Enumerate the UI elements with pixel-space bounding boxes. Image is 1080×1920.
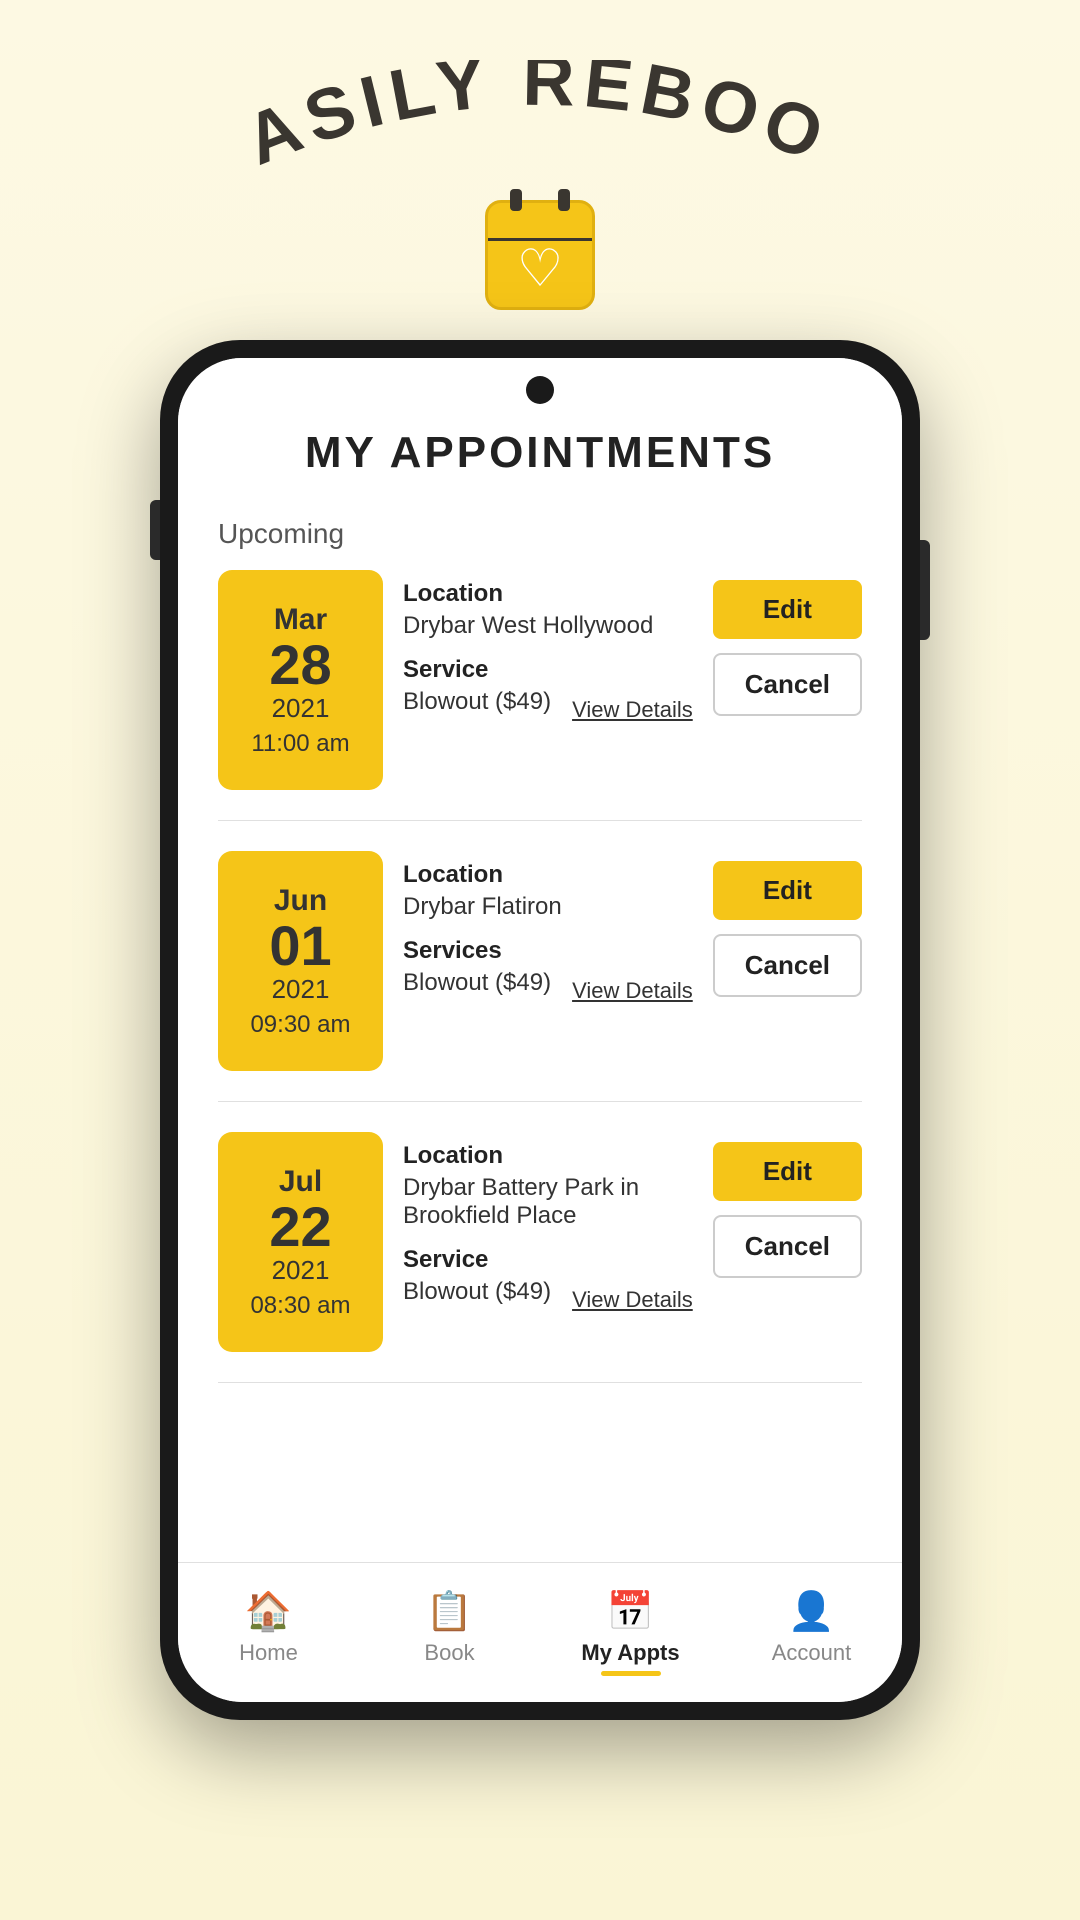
location-label-2: Location [403,861,693,889]
page-title: MY APPOINTMENTS [218,428,862,478]
top-section: EASILY REBOOK ♡ [0,0,1080,310]
cancel-button-1[interactable]: Cancel [713,653,862,716]
service-value-2: Blowout ($49) [403,969,551,997]
card-details-3: Location Drybar Battery Park in Brookfie… [383,1132,713,1352]
front-camera [526,376,554,404]
date-year-2: 2021 [272,974,330,1005]
card-actions-3: Edit Cancel [713,1132,862,1352]
date-month-3: Jul [279,1165,322,1199]
nav-account-label: Account [772,1640,852,1666]
phone-mockup: MY APPOINTMENTS Upcoming Mar 28 2021 11:… [160,340,920,1720]
nav-appts-label: My Appts [581,1640,679,1666]
nav-book-label: Book [424,1640,474,1666]
hero-title-svg: EASILY REBOOK [190,60,890,190]
date-time-3: 08:30 am [250,1292,350,1320]
location-value-1: Drybar West Hollywood [403,612,693,640]
edit-button-1[interactable]: Edit [713,580,862,639]
edit-button-2[interactable]: Edit [713,861,862,920]
date-day-3: 22 [269,1199,331,1255]
appointment-card-3: Jul 22 2021 08:30 am Location Drybar Bat… [218,1132,862,1383]
view-details-link-1[interactable]: View Details [572,697,693,723]
cancel-button-2[interactable]: Cancel [713,934,862,997]
card-details-2: Location Drybar Flatiron Services Blowou… [383,851,713,1071]
location-value-2: Drybar Flatiron [403,893,693,921]
book-icon: 📋 [426,1590,473,1634]
date-month-1: Mar [274,603,327,637]
nav-my-appts[interactable]: 📅 My Appts [540,1590,721,1666]
service-label-3: Service [403,1246,693,1274]
date-day-1: 28 [269,637,331,693]
date-time-1: 11:00 am [251,730,349,758]
heart-symbol: ♡ [517,239,564,299]
card-actions-2: Edit Cancel [713,851,862,1071]
appointment-card-2: Jun 01 2021 09:30 am Location Drybar Fla… [218,851,862,1102]
nav-book[interactable]: 📋 Book [359,1590,540,1666]
location-label-3: Location [403,1142,693,1170]
view-details-link-2[interactable]: View Details [572,978,693,1004]
appts-icon: 📅 [607,1590,654,1634]
service-value-1: Blowout ($49) [403,688,551,716]
date-year-3: 2021 [272,1255,330,1286]
date-box-2: Jun 01 2021 09:30 am [218,851,383,1071]
account-icon: 👤 [788,1590,835,1634]
appointment-card: Mar 28 2021 11:00 am Location Drybar Wes… [218,570,862,821]
edit-button-3[interactable]: Edit [713,1142,862,1201]
location-value-3: Drybar Battery Park in Brookfield Place [403,1174,693,1230]
date-box-3: Jul 22 2021 08:30 am [218,1132,383,1352]
date-box-1: Mar 28 2021 11:00 am [218,570,383,790]
view-details-link-3[interactable]: View Details [572,1287,693,1313]
section-upcoming: Upcoming [218,518,862,550]
date-month-2: Jun [274,884,327,918]
service-label-1: Service [403,656,693,684]
svg-text:EASILY REBOOK: EASILY REBOOK [190,60,841,181]
nav-home-label: Home [239,1640,298,1666]
card-actions-1: Edit Cancel [713,570,862,790]
date-day-2: 01 [269,918,331,974]
home-icon: 🏠 [245,1590,292,1634]
calendar-heart-icon: ♡ [485,200,595,310]
date-time-2: 09:30 am [250,1011,350,1039]
nav-account[interactable]: 👤 Account [721,1590,902,1666]
service-label-2: Services [403,937,693,965]
screen-content: MY APPOINTMENTS Upcoming Mar 28 2021 11:… [178,358,902,1562]
date-year-1: 2021 [272,693,330,724]
service-value-3: Blowout ($49) [403,1278,551,1306]
card-details-1: Location Drybar West Hollywood Service B… [383,570,713,790]
nav-home[interactable]: 🏠 Home [178,1590,359,1666]
location-label-1: Location [403,580,693,608]
bottom-nav: 🏠 Home 📋 Book 📅 My Appts 👤 Account [178,1562,902,1702]
phone-screen: MY APPOINTMENTS Upcoming Mar 28 2021 11:… [178,358,902,1702]
cancel-button-3[interactable]: Cancel [713,1215,862,1278]
